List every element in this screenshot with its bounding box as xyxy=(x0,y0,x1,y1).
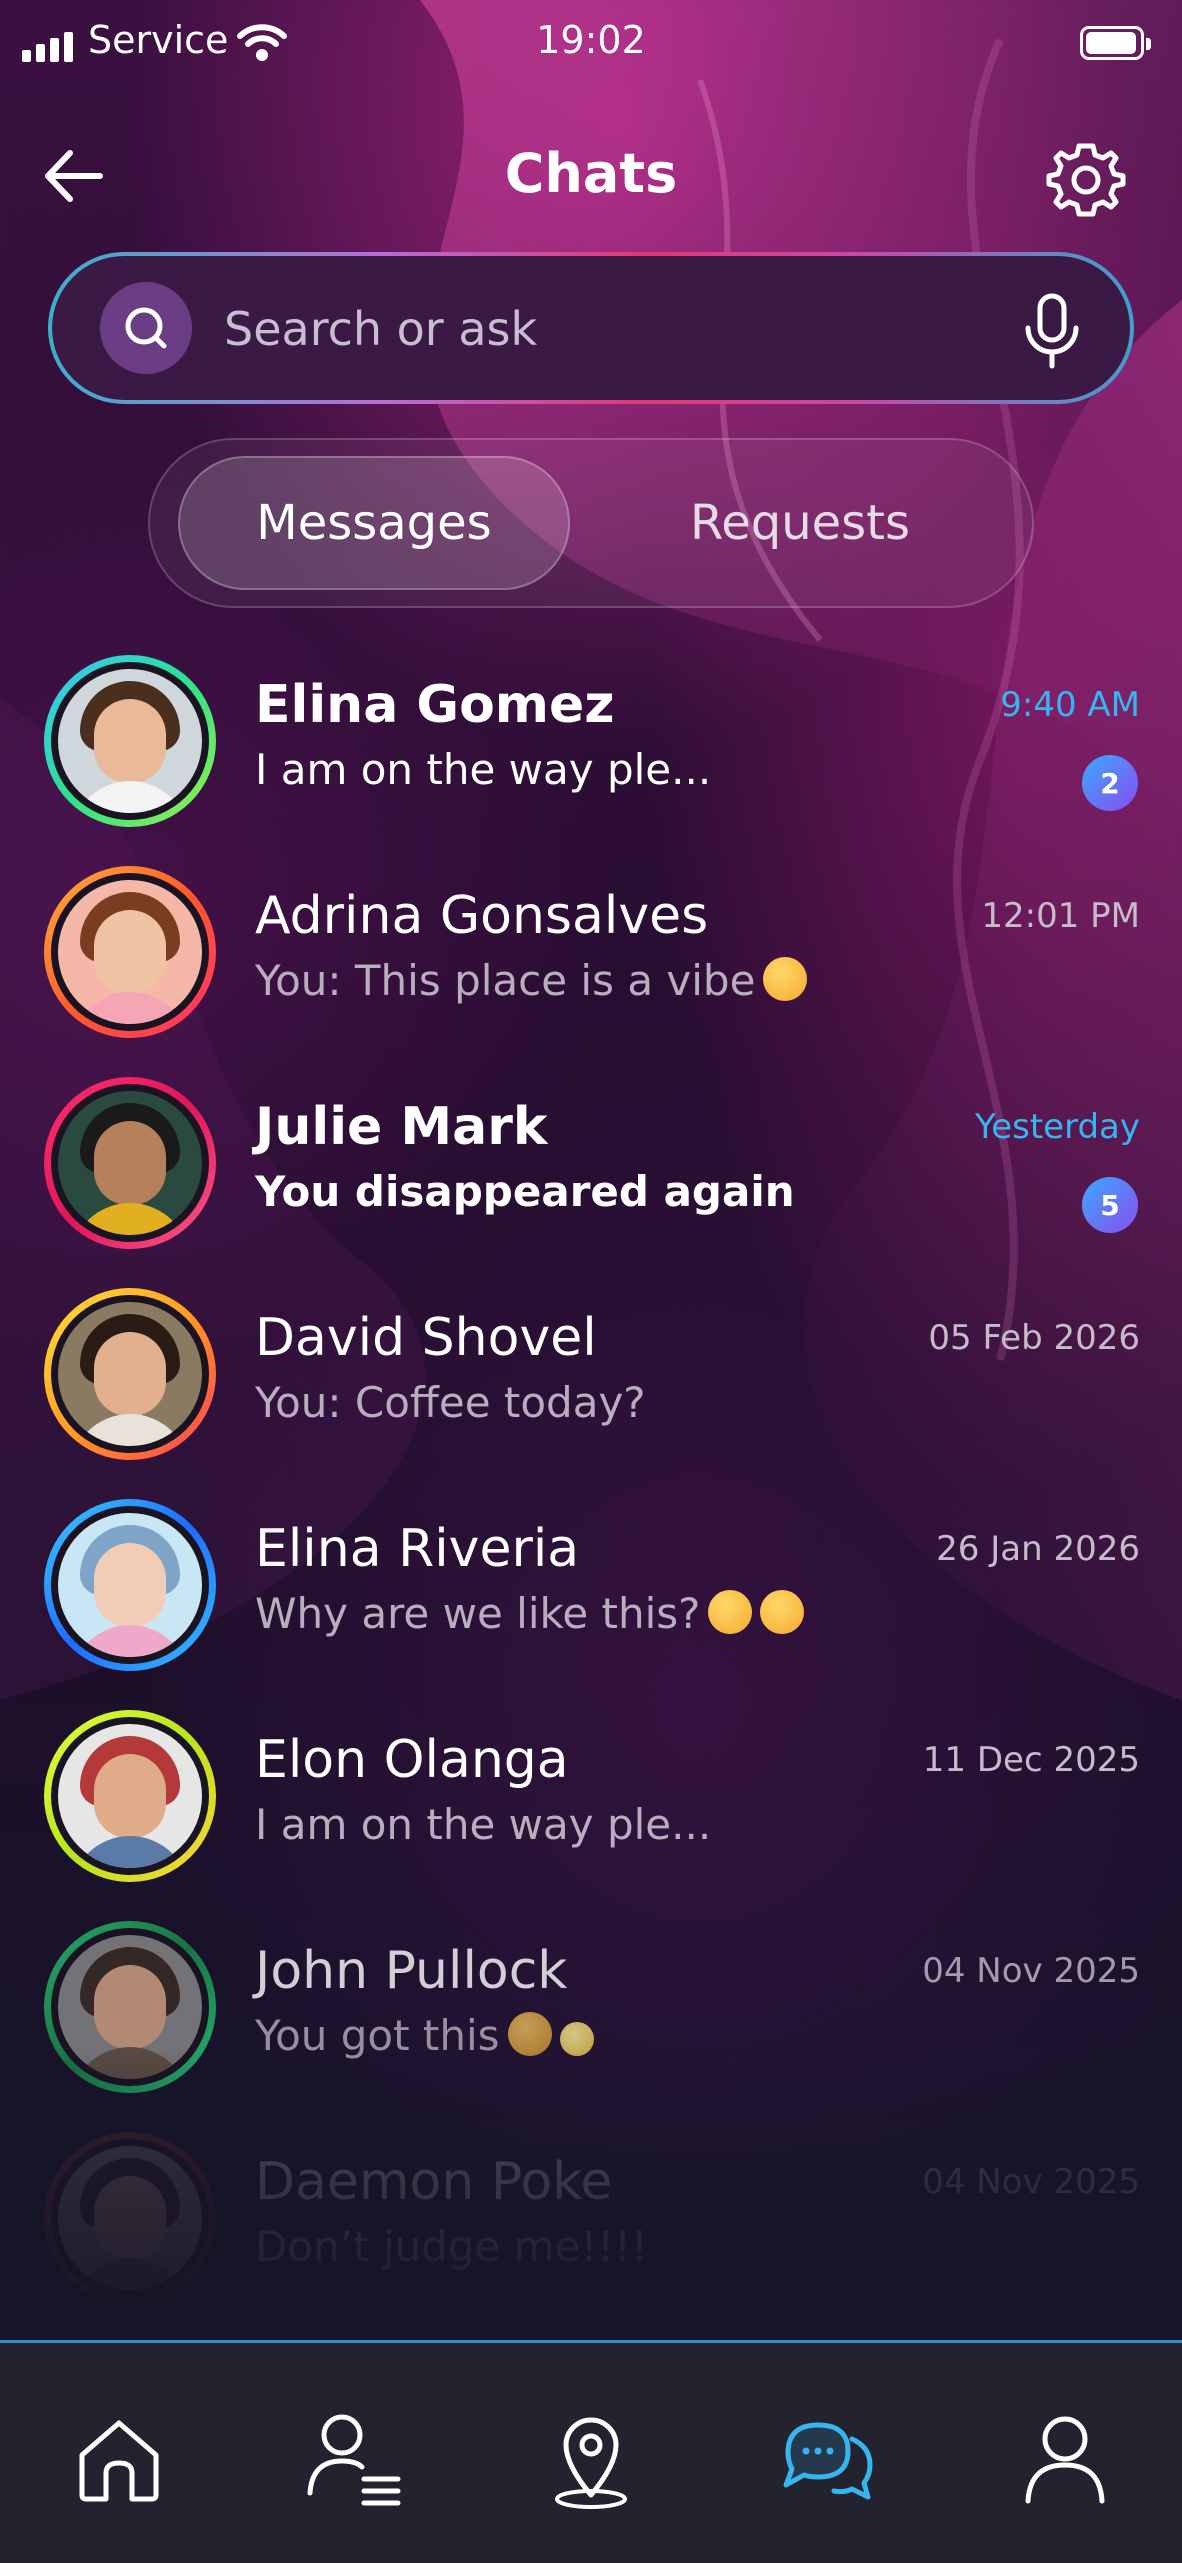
chat-name: Adrina Gonsalves xyxy=(255,886,709,946)
location-pin-icon[interactable] xyxy=(536,2403,646,2513)
heart-eyes-emoji-icon xyxy=(763,957,808,1001)
chat-row-daemon-poke[interactable]: Daemon Poke Don’t judge me!!!! 04 Nov 20… xyxy=(0,2132,1182,2343)
chat-preview: I am on the way ple... xyxy=(255,1800,712,1849)
avatar xyxy=(58,1513,202,1657)
chat-row-john-pullock[interactable]: John Pullock You got this 04 Nov 2025 xyxy=(0,1921,1182,2132)
chat-name: John Pullock xyxy=(255,1941,568,2001)
status-time: 19:02 xyxy=(536,18,646,62)
chat-time: 11 Dec 2025 xyxy=(922,1740,1140,1780)
chat-preview: You got this xyxy=(255,2011,594,2060)
chat-preview: Don’t judge me!!!! xyxy=(255,2222,648,2271)
tab-messages[interactable]: Messages xyxy=(178,456,570,590)
unread-badge: 5 xyxy=(1082,1177,1138,1233)
avatar xyxy=(58,1724,202,1868)
chat-name: Julie Mark xyxy=(255,1097,548,1157)
chat-name: Elina Gomez xyxy=(255,675,615,735)
avatar xyxy=(58,1091,202,1235)
chat-preview: Why are we like this? xyxy=(255,1589,805,1638)
chat-time: 04 Nov 2025 xyxy=(922,1951,1140,1991)
avatar-ring xyxy=(44,1710,216,1882)
laughing-face-emoji-icon xyxy=(760,1590,805,1634)
avatar xyxy=(58,669,202,813)
avatar-ring xyxy=(44,1921,216,2093)
unread-badge: 2 xyxy=(1082,755,1138,811)
avatar xyxy=(58,1302,202,1446)
search-icon[interactable] xyxy=(100,282,192,374)
battery-icon xyxy=(1080,26,1151,60)
chat-row-david-shovel[interactable]: David Shovel You: Coffee today? 05 Feb 2… xyxy=(0,1288,1182,1499)
gear-icon[interactable] xyxy=(1046,140,1126,220)
page-title: Chats xyxy=(504,142,678,205)
avatar-ring xyxy=(44,655,216,827)
avatar xyxy=(58,2146,202,2290)
chat-row-elina-riveria[interactable]: Elina Riveria Why are we like this? 26 J… xyxy=(0,1499,1182,1710)
sparkles-emoji-icon xyxy=(559,2022,594,2056)
chat-name: Daemon Poke xyxy=(255,2152,613,2212)
contacts-list-icon[interactable] xyxy=(300,2403,410,2513)
chat-time: 12:01 PM xyxy=(981,896,1140,936)
chat-time: 9:40 AM xyxy=(1000,685,1140,725)
chat-preview: You disappeared again xyxy=(255,1167,795,1216)
avatar-ring xyxy=(44,1077,216,1249)
bottom-nav xyxy=(0,2340,1182,2563)
crying-face-emoji-icon xyxy=(708,1590,753,1634)
avatar-ring xyxy=(44,1288,216,1460)
chat-time: 05 Feb 2026 xyxy=(928,1318,1140,1358)
status-bar: Service 19:02 xyxy=(0,0,1182,90)
chat-preview: You: This place is a vibe xyxy=(255,956,808,1005)
home-icon[interactable] xyxy=(64,2403,174,2513)
chat-row-elina-gomez[interactable]: Elina Gomez I am on the way ple... 9:40 … xyxy=(0,655,1182,866)
avatar xyxy=(58,1935,202,2079)
chat-bubbles-icon[interactable] xyxy=(772,2403,882,2513)
flexed-biceps-emoji-icon xyxy=(507,2012,552,2056)
avatar-ring xyxy=(44,2132,216,2304)
chat-tabs: Messages Requests xyxy=(148,438,1034,608)
chat-row-adrina-gonsalves[interactable]: Adrina Gonsalves You: This place is a vi… xyxy=(0,866,1182,1077)
search-bar xyxy=(48,252,1134,404)
chat-name: Elina Riveria xyxy=(255,1519,580,1579)
microphone-icon[interactable] xyxy=(1020,292,1084,372)
chat-name: Elon Olanga xyxy=(255,1730,569,1790)
avatar-ring xyxy=(44,1499,216,1671)
avatar xyxy=(58,880,202,1024)
search-input[interactable] xyxy=(222,286,1006,372)
tab-requests[interactable]: Requests xyxy=(600,456,1000,590)
profile-icon[interactable] xyxy=(1010,2403,1120,2513)
chat-preview: You: Coffee today? xyxy=(255,1378,646,1427)
chat-time: Yesterday xyxy=(974,1107,1140,1147)
chat-time: 26 Jan 2026 xyxy=(936,1529,1140,1569)
chat-name: David Shovel xyxy=(255,1308,597,1368)
chat-row-julie-mark[interactable]: Julie Mark You disappeared again Yesterd… xyxy=(0,1077,1182,1288)
chat-time: 04 Nov 2025 xyxy=(922,2162,1140,2202)
chat-preview: I am on the way ple... xyxy=(255,745,712,794)
avatar-ring xyxy=(44,866,216,1038)
chat-row-elon-olanga[interactable]: Elon Olanga I am on the way ple... 11 De… xyxy=(0,1710,1182,1921)
